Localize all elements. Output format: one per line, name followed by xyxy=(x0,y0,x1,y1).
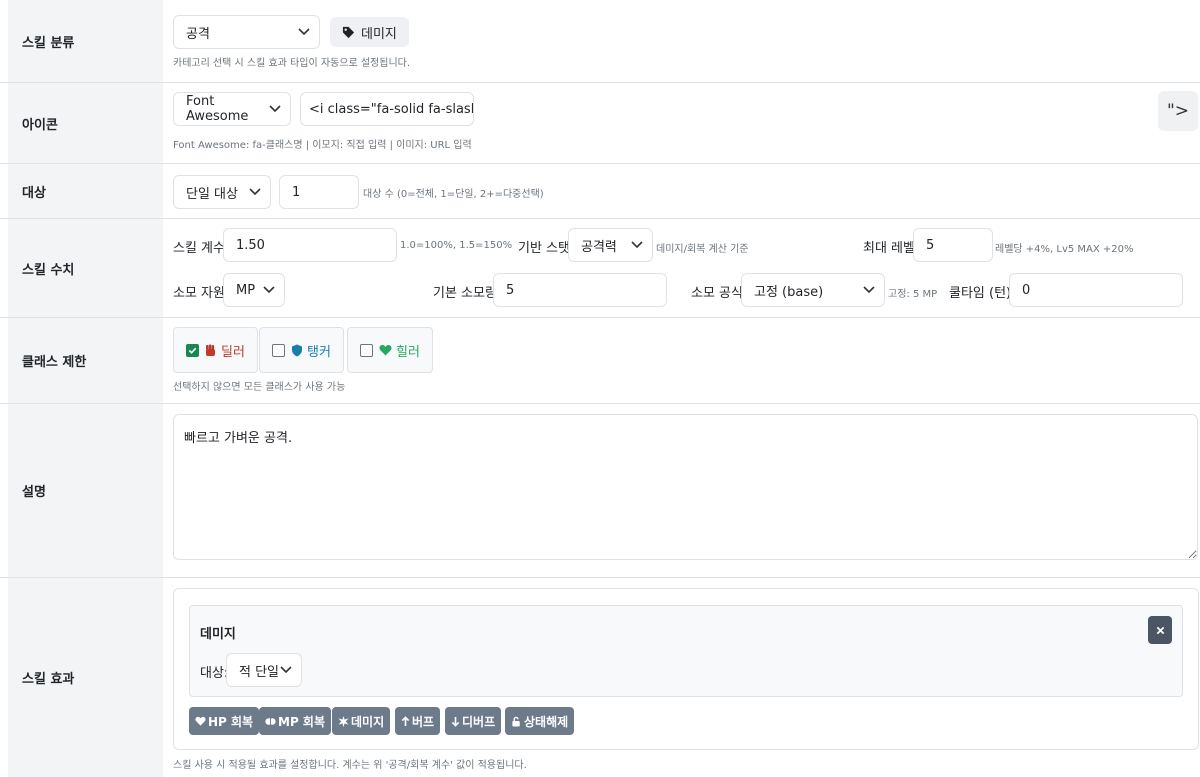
chevron-down-icon xyxy=(269,105,281,113)
stat-help: 데미지/회복 계산 기준 xyxy=(656,244,749,255)
burst-icon xyxy=(338,715,349,727)
target-help: 대상 수 (0=전체, 1=단일, 2+=다중선택) xyxy=(363,189,544,200)
effect-target-select[interactable]: 적 단일 xyxy=(226,653,302,687)
maxlv-label: 최대 레벨 xyxy=(863,241,915,256)
skill-effects-label: 스킬 효과 xyxy=(8,578,163,777)
description-label: 설명 xyxy=(8,404,163,577)
cost-input[interactable]: 5 xyxy=(493,273,667,307)
cooldown-input[interactable]: 0 xyxy=(1009,273,1183,307)
heart-icon xyxy=(195,716,206,726)
healer-label: 힐러 xyxy=(396,344,420,360)
add-cleanse-button[interactable]: 상태해제 xyxy=(505,707,575,735)
skill-category-label: 스킬 분류 xyxy=(8,0,163,82)
add-debuff-button[interactable]: 디버프 xyxy=(445,707,502,735)
tag-icon xyxy=(342,26,355,38)
icon-label: 아이콘 xyxy=(8,83,163,163)
arrow-down-icon xyxy=(451,716,460,727)
effect-target-label: 대상: xyxy=(200,666,229,681)
resource-label: 소모 자원 xyxy=(173,286,225,301)
icon-input[interactable]: <i class="fa-solid fa-slash">< xyxy=(300,92,474,126)
add-buff-button[interactable]: 버프 xyxy=(395,707,441,735)
icon-code-button[interactable]: "> xyxy=(1158,91,1198,131)
chevron-down-icon xyxy=(863,286,875,294)
class-option-tanker[interactable]: 탱커 xyxy=(259,327,344,373)
formula-select[interactable]: 고정 (base) xyxy=(741,273,885,307)
maxlv-help: 레벨당 +4%, Lv5 MAX +20% xyxy=(995,244,1134,255)
row-class-limit: 클래스 제한 딜러 탱커 힐러 선택하지 않으면 모든 클래스가 사용 가능 xyxy=(0,317,1200,403)
dealer-checkbox[interactable] xyxy=(186,343,199,357)
resource-select[interactable]: MP xyxy=(223,273,285,307)
effects-panel: 데미지 대상: 적 단일 HP 회복 MP 회복 데미지 버프 디버프 상태해제 xyxy=(173,588,1199,750)
remove-effect-button[interactable] xyxy=(1148,616,1172,644)
chevron-down-icon xyxy=(631,241,643,249)
target-count-input[interactable]: 1 xyxy=(279,175,359,209)
effect-card-title: 데미지 xyxy=(200,627,236,642)
target-select[interactable]: 단일 대상 xyxy=(173,175,271,209)
fist-icon xyxy=(206,344,215,356)
shield-icon xyxy=(292,344,302,356)
description-textarea[interactable]: 빠르고 가벼운 공격. xyxy=(173,414,1198,560)
check-icon xyxy=(188,347,197,354)
row-skill-effects: 스킬 효과 데미지 대상: 적 단일 HP 회복 MP 회복 데미지 버프 디버… xyxy=(0,577,1200,777)
formula-help: 고정: 5 MP xyxy=(888,289,938,300)
heart-icon xyxy=(379,345,392,356)
row-skill-category: 스킬 분류 공격 데미지 카테고리 선택 시 스킬 효과 타입이 자동으로 설정… xyxy=(0,0,1200,82)
formula-label: 소모 공식 xyxy=(691,286,743,301)
skill-form: 스킬 분류 공격 데미지 카테고리 선택 시 스킬 효과 타입이 자동으로 설정… xyxy=(0,0,1200,777)
class-limit-help: 선택하지 않으면 모든 클래스가 사용 가능 xyxy=(173,382,346,393)
row-description: 설명 빠르고 가벼운 공격. xyxy=(0,403,1200,577)
healer-checkbox[interactable] xyxy=(360,343,373,357)
cost-label: 기본 소모량 xyxy=(433,286,497,301)
coef-help: 1.0=100%, 1.5=150% xyxy=(400,240,513,251)
chevron-down-icon xyxy=(249,188,261,196)
cooldown-label: 쿨타임 (턴) xyxy=(949,286,1012,301)
target-label: 대상 xyxy=(8,164,163,218)
effect-card-damage: 데미지 대상: 적 단일 xyxy=(189,605,1183,697)
class-option-dealer[interactable]: 딜러 xyxy=(173,327,258,373)
chevron-down-icon xyxy=(280,666,292,674)
row-skill-values: 스킬 수치 스킬 계수 1.50 1.0=100%, 1.5=150% 기반 스… xyxy=(0,218,1200,317)
unlock-icon xyxy=(512,716,520,727)
skill-category-help: 카테고리 선택 시 스킬 효과 타입이 자동으로 설정됩니다. xyxy=(173,58,411,69)
maxlv-input[interactable]: 5 xyxy=(913,228,993,262)
close-icon xyxy=(1156,626,1164,634)
tanker-checkbox[interactable] xyxy=(272,343,285,357)
skill-values-label: 스킬 수치 xyxy=(8,219,163,317)
effects-help: 스킬 사용 시 적용될 효과를 설정합니다. 계수는 위 '공격/회복 계수' … xyxy=(173,760,527,771)
brain-icon xyxy=(265,717,276,725)
icon-type-select[interactable]: Font Awesome xyxy=(173,92,291,126)
skill-category-select[interactable]: 공격 xyxy=(173,15,320,49)
row-icon: 아이콘 Font Awesome <i class="fa-solid fa-s… xyxy=(0,82,1200,163)
chevron-down-icon xyxy=(263,286,275,294)
class-option-healer[interactable]: 힐러 xyxy=(347,327,433,373)
arrow-up-icon xyxy=(401,715,410,726)
coef-label: 스킬 계수 xyxy=(173,241,225,256)
chevron-down-icon xyxy=(298,28,310,36)
coef-input[interactable]: 1.50 xyxy=(223,228,397,262)
damage-type-tag: 데미지 xyxy=(330,17,409,47)
add-damage-button[interactable]: 데미지 xyxy=(332,707,391,735)
row-target: 대상 단일 대상 1 대상 수 (0=전체, 1=단일, 2+=다중선택) xyxy=(0,163,1200,218)
stat-select[interactable]: 공격력 xyxy=(568,228,653,262)
add-hp-heal-button[interactable]: HP 회복 xyxy=(189,707,260,735)
dealer-label: 딜러 xyxy=(221,344,245,360)
add-mp-heal-button[interactable]: MP 회복 xyxy=(259,707,331,735)
tanker-label: 탱커 xyxy=(307,344,331,360)
class-limit-label: 클래스 제한 xyxy=(8,318,163,403)
stat-label: 기반 스탯 xyxy=(518,241,570,256)
icon-help: Font Awesome: fa-클래스명 | 이모지: 직접 입력 | 이미지… xyxy=(173,140,472,151)
